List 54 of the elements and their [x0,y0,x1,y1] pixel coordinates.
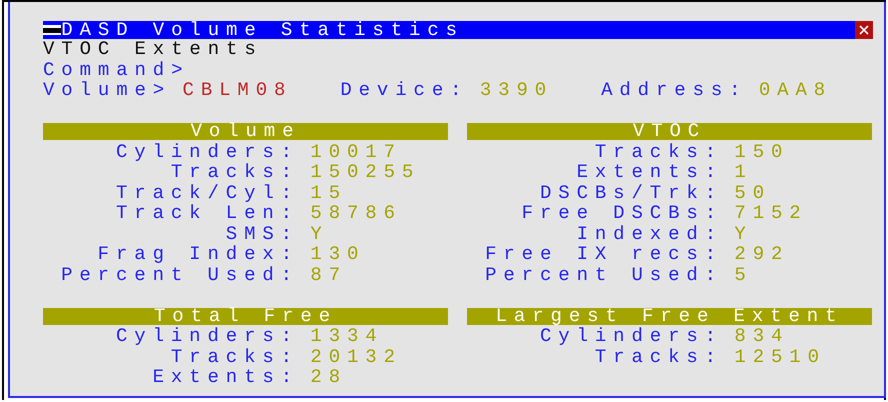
field-label: Extents: [576,162,723,182]
field-value: 150 [734,142,790,162]
field-label: Track Len: [114,203,299,224]
field-value: 1 [734,162,753,182]
field-value: 12510 [734,346,826,367]
address-label: Address: [601,80,748,100]
field-label: SMS: [224,224,299,244]
field-label: Indexed: [576,224,723,244]
field-label: DSCBs/Trk: [538,182,723,203]
field-value: 7152 [734,203,808,224]
field-value: 10017 [310,142,402,162]
field-value: 15 [310,182,347,203]
field-label: Extents: [152,367,299,388]
field-label: Percent Used: [484,264,723,285]
panel-header: Total Free [43,308,448,324]
field-value: 834 [734,326,790,346]
field-label: Cylinders: [114,142,299,162]
command-prompt[interactable]: Command> [43,60,190,80]
panel-header: Volume [43,123,448,140]
field-value: 50 [734,182,771,203]
volume-label: Volume> [43,80,172,100]
field-value: Y [734,224,753,244]
address-value: 0AA8 [758,80,832,100]
cursor-icon [43,25,62,35]
field-label: Tracks: [594,142,723,162]
volume-value: CBLM08 [182,80,292,100]
field-label: Percent Used: [60,264,299,285]
field-label: Free DSCBs: [520,203,723,224]
device-value: 3390 [480,80,554,100]
field-label: Cylinders: [114,326,299,346]
field-value: Y [310,224,329,244]
field-label: Free IX recs: [484,244,723,264]
field-value: 292 [734,244,790,264]
field-value: 87 [310,264,347,285]
field-label: Tracks: [170,346,299,367]
field-value: 1334 [310,326,384,346]
field-value: 28 [310,367,347,388]
field-value: 130 [310,244,366,264]
field-label: Track/Cyl: [114,182,299,203]
screen-subtitle: VTOC Extents [43,39,263,60]
field-label: Cylinders: [538,326,723,346]
window-title: DASD Volume Statistics [61,20,464,40]
field-value: 5 [734,264,753,285]
field-value: 20132 [310,346,402,367]
field-label: Frag Index: [96,244,299,264]
close-button[interactable] [855,21,873,39]
field-value: 150255 [310,162,420,182]
device-label: Device: [340,80,468,100]
close-icon[interactable] [859,25,869,35]
field-value: 58786 [310,203,402,224]
panel-header: Largest Free Extent [467,308,872,324]
panel-header: VTOC [467,123,872,140]
field-label: Tracks: [170,162,299,182]
field-label: Tracks: [594,346,723,367]
